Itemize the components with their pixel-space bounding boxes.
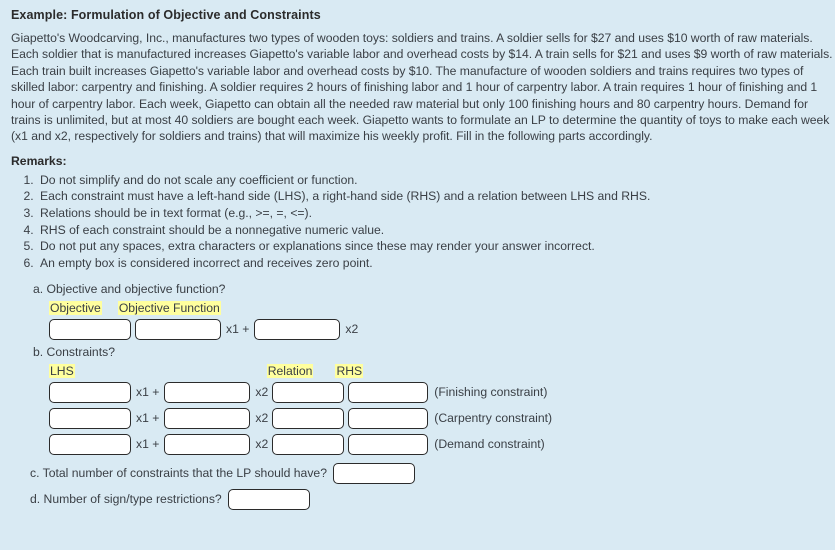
constraint-relation-input[interactable] (272, 433, 345, 455)
part-c: c. Total number of constraints that the … (30, 461, 827, 485)
operator-x2: x2 (255, 437, 269, 452)
operator-x1-plus: x1 + (136, 411, 160, 426)
total-constraints-input[interactable] (332, 462, 415, 484)
operator-x1-plus: x1 + (226, 322, 250, 337)
part-c-question: c. Total number of constraints that the … (30, 466, 327, 481)
constraint-label: (Demand constraint) (434, 437, 545, 452)
constraint-coefficient-x1-input[interactable] (49, 381, 131, 403)
remark-item: RHS of each constraint should be a nonne… (37, 222, 827, 239)
constraint-coefficient-x1-input[interactable] (49, 407, 131, 429)
operator-x1-plus: x1 + (136, 385, 160, 400)
header-objective-function: Objective Function (117, 300, 221, 315)
operator-x2: x2 (255, 411, 269, 426)
exercise-page: Example: Formulation of Objective and Co… (0, 0, 835, 550)
objective-coefficient-x1-input[interactable] (135, 318, 221, 340)
header-objective: Objective (49, 300, 102, 315)
constraint-row: x1 + x2 (Carpentry constraint) (49, 406, 827, 430)
part-d: d. Number of sign/type restrictions? (30, 487, 827, 511)
remarks-heading: Remarks: (11, 153, 67, 168)
constraint-coefficient-x2-input[interactable] (164, 433, 251, 455)
part-a: a. Objective and objective function? Obj… (11, 281, 827, 341)
constraint-row: x1 + x2 (Finishing constraint) (49, 380, 827, 404)
part-a-fields: x1 + x2 (49, 317, 827, 341)
constraint-relation-input[interactable] (272, 381, 345, 403)
remark-item: Relations should be in text format (e.g.… (37, 205, 827, 222)
constraint-coefficient-x2-input[interactable] (164, 407, 251, 429)
header-relation: Relation (266, 363, 314, 378)
operator-x1-plus: x1 + (136, 437, 160, 452)
header-lhs: LHS (49, 363, 75, 378)
constraint-relation-input[interactable] (272, 407, 345, 429)
constraint-label: (Carpentry constraint) (434, 411, 553, 426)
part-b-question: b. Constraints? (33, 345, 115, 360)
constraint-rhs-input[interactable] (348, 381, 429, 403)
remark-item: An empty box is considered incorrect and… (37, 255, 827, 272)
part-a-headers: Objective Objective Function (49, 300, 827, 315)
constraint-rhs-input[interactable] (348, 433, 429, 455)
remark-item: Do not put any spaces, extra characters … (37, 238, 827, 255)
constraint-row: x1 + x2 (Demand constraint) (49, 432, 827, 456)
objective-input[interactable] (49, 318, 131, 340)
problem-statement: Giapetto's Woodcarving, Inc., manufactur… (11, 31, 833, 144)
objective-coefficient-x2-input[interactable] (254, 318, 341, 340)
part-a-question: a. Objective and objective function? (33, 282, 226, 297)
constraint-coefficient-x2-input[interactable] (164, 381, 251, 403)
page-title: Example: Formulation of Objective and Co… (11, 8, 321, 22)
constraint-coefficient-x1-input[interactable] (49, 433, 131, 455)
remark-item: Do not simplify and do not scale any coe… (37, 172, 827, 189)
header-rhs: RHS (335, 363, 364, 378)
part-d-question: d. Number of sign/type restrictions? (30, 492, 222, 507)
remark-item: Each constraint must have a left-hand si… (37, 188, 827, 205)
part-b-headers: LHS Relation RHS (49, 363, 827, 378)
operator-x2: x2 (255, 385, 269, 400)
part-b: b. Constraints? LHS Relation RHS x1 + x2… (11, 344, 827, 456)
constraint-label: (Finishing constraint) (434, 385, 548, 400)
constraint-rhs-input[interactable] (348, 407, 429, 429)
remarks-list: Do not simplify and do not scale any coe… (11, 172, 827, 272)
sign-restrictions-input[interactable] (227, 488, 310, 510)
operator-x2: x2 (345, 322, 359, 337)
